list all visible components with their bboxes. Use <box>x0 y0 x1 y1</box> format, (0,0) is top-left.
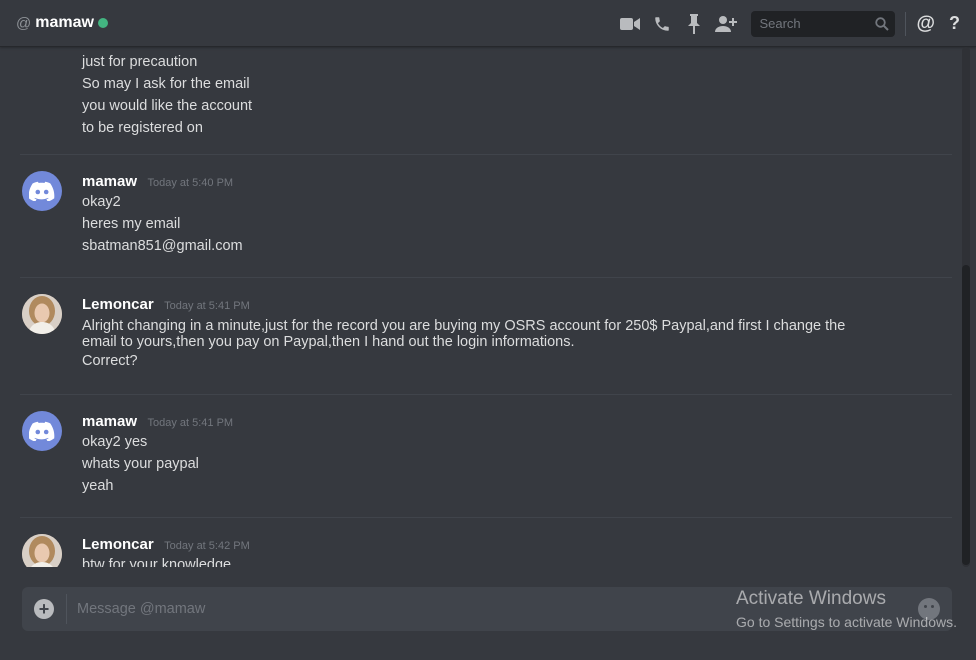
message-timestamp: Today at 5:40 PM <box>147 177 234 189</box>
search-box[interactable] <box>751 10 896 37</box>
message-text: you would like the account <box>82 98 253 114</box>
message-text: So may I ask for the email <box>82 76 250 92</box>
message-divider <box>20 517 952 518</box>
message-text: btw for your knowledge <box>82 557 232 567</box>
message-group: Lemoncar Today at 5:42 PM btw for your k… <box>0 536 250 567</box>
message-text: sbatman851@gmail.com <box>82 238 243 254</box>
message-divider <box>20 277 952 278</box>
mentions-icon[interactable]: @ <box>916 13 935 35</box>
pin-icon[interactable] <box>683 13 705 35</box>
upload-plus-icon[interactable]: + <box>34 599 54 619</box>
video-call-icon[interactable] <box>619 13 641 35</box>
scrollbar-thumb[interactable] <box>962 265 970 565</box>
message-input[interactable] <box>67 600 918 618</box>
online-status-icon <box>97 18 108 28</box>
message-group: mamaw Today at 5:41 PM okay2 yes whats y… <box>0 413 233 497</box>
message-group: mamaw Today at 5:40 PM okay2 heres my em… <box>0 173 243 257</box>
message-text: just for precaution <box>82 54 198 70</box>
add-friend-icon[interactable] <box>715 13 738 35</box>
message-timestamp: Today at 5:41 PM <box>147 417 234 429</box>
message-author[interactable]: mamaw <box>82 173 137 190</box>
message-divider <box>20 154 952 155</box>
message-text: Alright changing in a minute,just for th… <box>82 318 846 350</box>
voice-call-icon[interactable] <box>651 13 673 35</box>
message-timestamp: Today at 5:42 PM <box>164 540 250 552</box>
message-group: just for precaution So may I ask for the… <box>0 51 252 139</box>
message-author[interactable]: Lemoncar <box>82 536 154 553</box>
toolbar-divider <box>905 11 907 36</box>
at-icon: @ <box>16 14 32 32</box>
message-composer: + <box>22 587 952 631</box>
header-toolbar: @ ? <box>619 0 976 47</box>
channel-name: mamaw <box>35 14 94 31</box>
help-icon[interactable]: ? <box>949 13 960 34</box>
search-icon <box>875 16 890 31</box>
message-group: Lemoncar Today at 5:41 PM Alright changi… <box>0 296 882 372</box>
emoji-picker-icon[interactable] <box>918 598 940 620</box>
message-author[interactable]: mamaw <box>82 413 137 430</box>
message-text: Correct? <box>82 353 138 369</box>
message-text: heres my email <box>82 216 181 232</box>
message-text: okay2 yes <box>82 434 148 450</box>
message-divider <box>20 394 952 395</box>
message-timestamp: Today at 5:41 PM <box>164 300 250 312</box>
message-text: yeah <box>82 478 114 494</box>
search-input[interactable] <box>757 15 872 32</box>
message-list[interactable]: just for precaution So may I ask for the… <box>0 47 960 567</box>
message-text: to be registered on <box>82 120 203 136</box>
channel-header: @ mamaw @ ? <box>0 0 976 47</box>
message-text: okay2 <box>82 194 121 210</box>
message-text: whats your paypal <box>82 456 199 472</box>
message-author[interactable]: Lemoncar <box>82 296 154 313</box>
